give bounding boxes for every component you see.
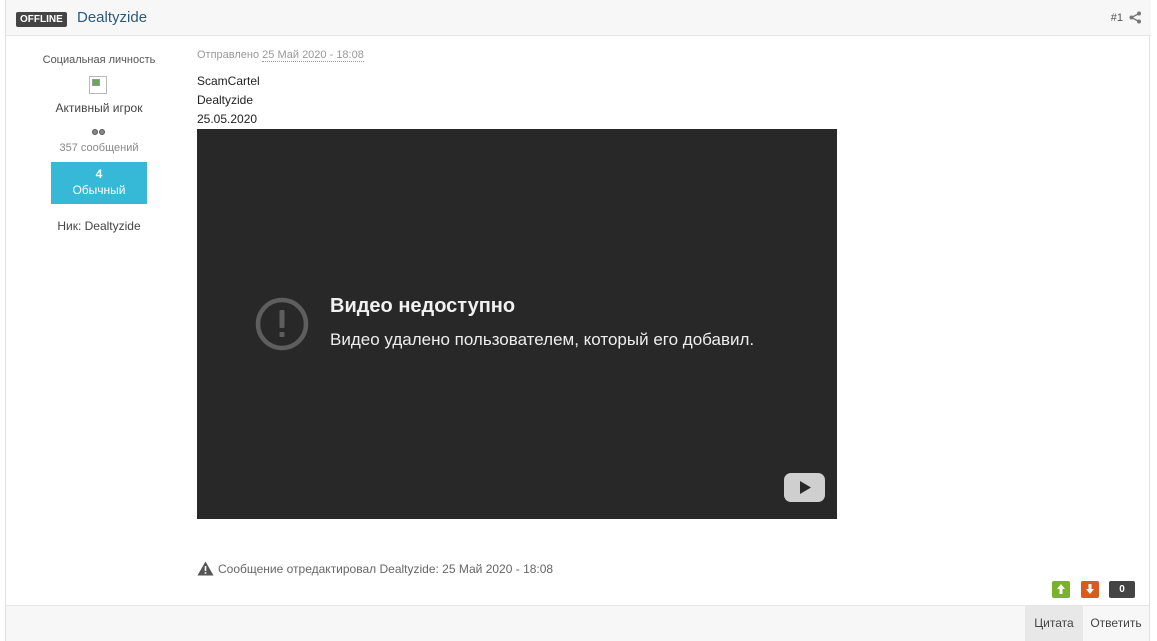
edit-note: Сообщение отредактировал Dealtyzide: 25 …	[197, 561, 553, 577]
post-date-value: 25 Май 2020 - 18:08	[262, 49, 364, 62]
video-unavailable-message: Видео удалено пользователем, который его…	[330, 330, 755, 349]
post-number-link[interactable]: #1	[1111, 12, 1123, 24]
video-unavailable-title: Видео недоступно	[330, 295, 516, 317]
reply-button[interactable]: Ответить	[1083, 606, 1149, 641]
arrow-up-icon	[1057, 584, 1065, 594]
arrow-down-icon	[1086, 584, 1094, 594]
author-group: Активный игрок	[55, 101, 143, 115]
post-footer: Цитата Ответить	[6, 605, 1149, 641]
alert-icon	[255, 297, 309, 351]
edit-note-text: Сообщение отредактировал Dealtyzide: 25 …	[218, 562, 554, 576]
youtube-logo-icon[interactable]	[784, 473, 825, 502]
reputation-value: 4	[95, 167, 103, 181]
rank-pip-icon	[99, 129, 105, 135]
rating-count: 0	[1109, 581, 1135, 598]
reputation-box: 4 Обычный	[51, 162, 147, 204]
warning-icon	[197, 561, 214, 576]
reputation-label: Обычный	[72, 183, 126, 197]
quote-button[interactable]: Цитата	[1025, 606, 1083, 641]
author-title: Социальная личность	[42, 54, 156, 66]
post-text-line: ScamCartel	[197, 74, 260, 88]
avatar[interactable]	[89, 76, 107, 94]
rank-pips	[91, 124, 107, 135]
author-name-link[interactable]: Dealtyzide	[77, 9, 147, 26]
post-text-line: 25.05.2020	[197, 112, 258, 126]
share-icon[interactable]	[1129, 11, 1142, 24]
forum-post: OFFLINE Dealtyzide #1 Социальная личност…	[5, 0, 1151, 641]
post-text-line: Dealtyzide	[197, 93, 254, 107]
post-header: OFFLINE Dealtyzide #1	[6, 0, 1151, 36]
vote-down-button[interactable]	[1081, 581, 1099, 598]
vote-up-button[interactable]	[1052, 581, 1070, 598]
post-date-prefix: Отправлено	[197, 49, 260, 61]
rank-pip-icon	[92, 129, 98, 135]
status-badge: OFFLINE	[16, 12, 67, 27]
author-nick: Ник: Dealtyzide	[57, 219, 141, 233]
post-date: Отправлено 25 Май 2020 - 18:08	[197, 49, 364, 62]
embedded-video[interactable]: Видео недоступно Видео удалено пользоват…	[197, 129, 837, 519]
post-count: 357 сообщений	[59, 142, 139, 154]
